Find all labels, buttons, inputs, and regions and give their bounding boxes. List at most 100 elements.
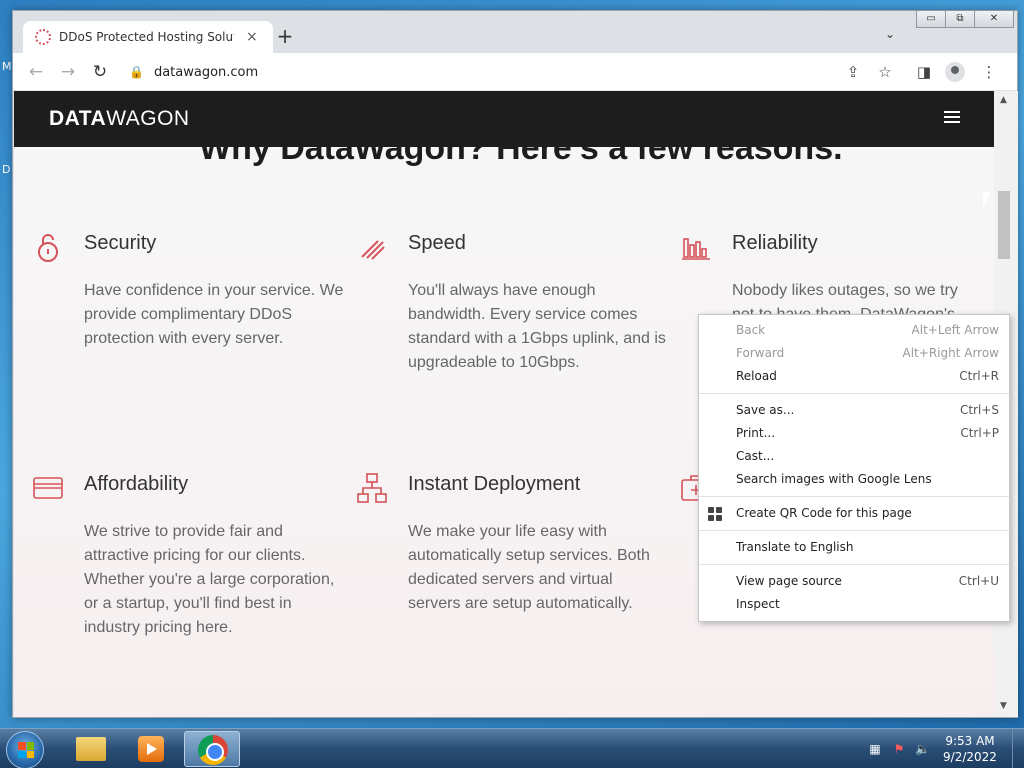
lock-icon [38, 234, 58, 262]
menu-item-label: Save as... [736, 403, 795, 417]
clock-time: 9:53 AM [945, 734, 995, 748]
menu-item-label: View page source [736, 574, 842, 588]
reload-button[interactable]: ↻ [89, 61, 111, 83]
feature-security: Security Have confidence in your service… [38, 231, 344, 351]
network-hierarchy-icon [357, 473, 387, 503]
menu-item-label: Inspect [736, 597, 780, 611]
action-center-icon[interactable]: ⚑ [892, 742, 906, 756]
site-favicon-icon [35, 29, 51, 45]
maximize-button[interactable]: ⧉ [945, 10, 975, 28]
minimize-button[interactable]: ▭ [916, 10, 946, 28]
tab-title: DDoS Protected Hosting Solution [59, 30, 234, 44]
menu-item-view-page-source[interactable]: View page source Ctrl+U [699, 570, 1009, 593]
share-icon[interactable]: ⇪ [843, 62, 863, 82]
menu-item-label: Print... [736, 426, 776, 440]
feature-speed: Speed You'll always have enough bandwidt… [361, 231, 668, 375]
menu-item-back[interactable]: Back Alt+Left Arrow [699, 319, 1009, 342]
feature-body: We make your life easy with automaticall… [408, 523, 650, 612]
tab-close-icon[interactable]: × [246, 29, 258, 45]
feature-body: You'll always have enough bandwidth. Eve… [408, 282, 666, 371]
feature-instant-deployment: Instant Deployment We make your life eas… [357, 472, 668, 616]
feature-affordability: Affordability We strive to provide fair … [33, 472, 344, 640]
menu-item-reload[interactable]: Reload Ctrl+R [699, 365, 1009, 388]
bar-chart-icon [682, 238, 710, 260]
folder-icon [76, 737, 106, 761]
menu-item-shortcut: Alt+Left Arrow [911, 323, 999, 337]
system-clock[interactable]: 9:53 AM 9/2/2022 [940, 733, 1000, 765]
menu-item-print[interactable]: Print... Ctrl+P [699, 422, 1009, 445]
qr-code-icon [708, 507, 722, 521]
side-panel-icon[interactable]: ◨ [914, 62, 934, 82]
menu-separator [699, 564, 1009, 565]
windows-logo-icon [18, 742, 34, 758]
menu-item-translate-to-english[interactable]: Translate to English [699, 536, 1009, 559]
feature-title: Reliability [732, 232, 818, 254]
show-desktop-button[interactable] [1012, 729, 1024, 768]
menu-item-forward[interactable]: Forward Alt+Right Arrow [699, 342, 1009, 365]
menu-item-label: Cast... [736, 449, 775, 463]
menu-item-shortcut: Ctrl+P [960, 426, 999, 440]
feature-reliability: Reliability Nobody likes outages, so we … [682, 231, 982, 327]
speed-lines-icon [361, 240, 385, 260]
back-button[interactable]: ← [25, 61, 47, 83]
menu-item-search-images-with-google-lens[interactable]: Search images with Google Lens [699, 468, 1009, 491]
credit-card-icon [33, 477, 63, 499]
network-icon[interactable]: ▦ [868, 742, 882, 756]
context-menu: Back Alt+Left Arrow Forward Alt+Right Arrow… [698, 314, 1010, 622]
clock-date: 9/2/2022 [943, 750, 997, 764]
new-tab-button[interactable]: + [275, 25, 295, 49]
lock-icon[interactable]: 🔒 [129, 65, 144, 79]
scroll-up-arrow-icon[interactable]: ▲ [1000, 95, 1007, 105]
menu-item-label: Back [736, 323, 766, 337]
menu-item-shortcut: Alt+Right Arrow [902, 346, 999, 360]
feature-title: Instant Deployment [408, 473, 581, 495]
tab-search-icon[interactable]: ⌄ [885, 27, 895, 41]
chrome-icon [198, 735, 228, 765]
datawagon-logo[interactable]: DATAWAGON [49, 107, 190, 131]
profile-avatar-icon[interactable] [945, 62, 965, 82]
hamburger-menu-icon[interactable] [944, 111, 960, 123]
volume-icon[interactable]: 🔈 [915, 742, 930, 756]
scroll-thumb[interactable] [998, 191, 1010, 259]
feature-title: Security [84, 232, 157, 254]
start-button[interactable] [6, 731, 44, 768]
menu-item-label: Forward [736, 346, 785, 360]
menu-separator [699, 530, 1009, 531]
browser-tab[interactable]: DDoS Protected Hosting Solution × [23, 21, 273, 53]
site-header: DATAWAGON [14, 91, 994, 147]
url-text[interactable]: datawagon.com [154, 65, 258, 80]
close-window-button[interactable]: ✕ [974, 10, 1014, 28]
menu-separator [699, 393, 1009, 394]
address-bar[interactable]: 🔒 datawagon.com [121, 58, 891, 86]
feature-body: Have confidence in your service. We prov… [84, 282, 344, 347]
feature-title: Affordability [84, 473, 189, 495]
menu-item-label: Search images with Google Lens [736, 472, 932, 486]
menu-item-save-as[interactable]: Save as... Ctrl+S [699, 399, 1009, 422]
menu-item-label: Create QR Code for this page [736, 506, 912, 520]
browser-toolbar: ← → ↻ 🔒 datawagon.com ⇪ ☆ ◨ ⋮ [13, 53, 1017, 91]
desktop-icon-label[interactable]: M [2, 60, 12, 73]
menu-kebab-icon[interactable]: ⋮ [979, 62, 999, 82]
feature-body: We strive to provide fair and attractive… [84, 523, 335, 636]
windows-taskbar: ▦ ⚑ 🔈 9:53 AM 9/2/2022 [0, 728, 1024, 768]
menu-item-label: Translate to English [736, 540, 854, 554]
menu-separator [699, 496, 1009, 497]
mouse-cursor-icon [983, 192, 991, 208]
feature-title: Speed [408, 232, 466, 254]
menu-item-inspect[interactable]: Inspect [699, 593, 1009, 616]
menu-item-shortcut: Ctrl+R [959, 369, 999, 383]
taskbar-chrome[interactable] [184, 731, 240, 767]
menu-item-shortcut: Ctrl+S [959, 403, 999, 417]
taskbar-explorer[interactable] [62, 731, 118, 767]
menu-item-create-qr-code-for-this-page[interactable]: Create QR Code for this page [699, 502, 1009, 525]
menu-item-shortcut: Ctrl+U [958, 574, 999, 588]
desktop-icon-label[interactable]: D [2, 163, 10, 176]
bookmark-star-icon[interactable]: ☆ [875, 62, 895, 82]
taskbar-media-player[interactable] [122, 731, 178, 767]
forward-button[interactable]: → [57, 61, 79, 83]
menu-item-cast[interactable]: Cast... [699, 445, 1009, 468]
scroll-down-arrow-icon[interactable]: ▼ [1000, 701, 1007, 711]
media-player-icon [138, 736, 164, 762]
menu-item-label: Reload [736, 369, 777, 383]
tab-strip: DDoS Protected Hosting Solution × + ⌄ ▭ … [13, 10, 1017, 53]
